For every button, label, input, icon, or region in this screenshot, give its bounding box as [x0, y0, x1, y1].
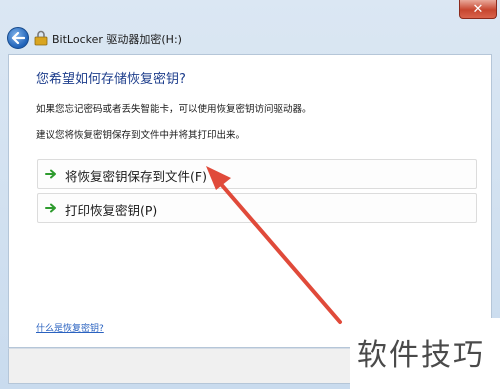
close-button[interactable]: ✕: [459, 0, 497, 19]
save-to-file-label: 将恢复密钥保存到文件(F): [65, 169, 207, 184]
green-arrow-icon: [45, 169, 56, 179]
page-heading: 您希望如何存储恢复密钥?: [36, 72, 186, 87]
green-arrow-icon: [45, 203, 56, 213]
bitlocker-icon: [34, 30, 48, 46]
content-panel: 您希望如何存储恢复密钥? 如果您忘记密码或者丢失智能卡，可以使用恢复密钥访问驱动…: [8, 54, 492, 348]
print-key-label: 打印恢复密钥(P): [65, 203, 158, 218]
what-is-recovery-key-link[interactable]: 什么是恢复密钥?: [36, 321, 104, 334]
back-arrow-icon: [11, 32, 25, 44]
description-text-1: 如果您忘记密码或者丢失智能卡，可以使用恢复密钥访问驱动器。: [36, 104, 312, 115]
back-button[interactable]: [7, 27, 29, 49]
save-to-file-option[interactable]: 将恢复密钥保存到文件(F): [37, 159, 477, 189]
print-key-option[interactable]: 打印恢复密钥(P): [37, 193, 477, 223]
window-title: BitLocker 驱动器加密(H:): [52, 33, 182, 46]
watermark-text: 软件技巧: [357, 338, 485, 373]
description-text-2: 建议您将恢复密钥保存到文件中并将其打印出来。: [36, 130, 246, 141]
navigation-bar: BitLocker 驱动器加密(H:): [0, 22, 500, 54]
